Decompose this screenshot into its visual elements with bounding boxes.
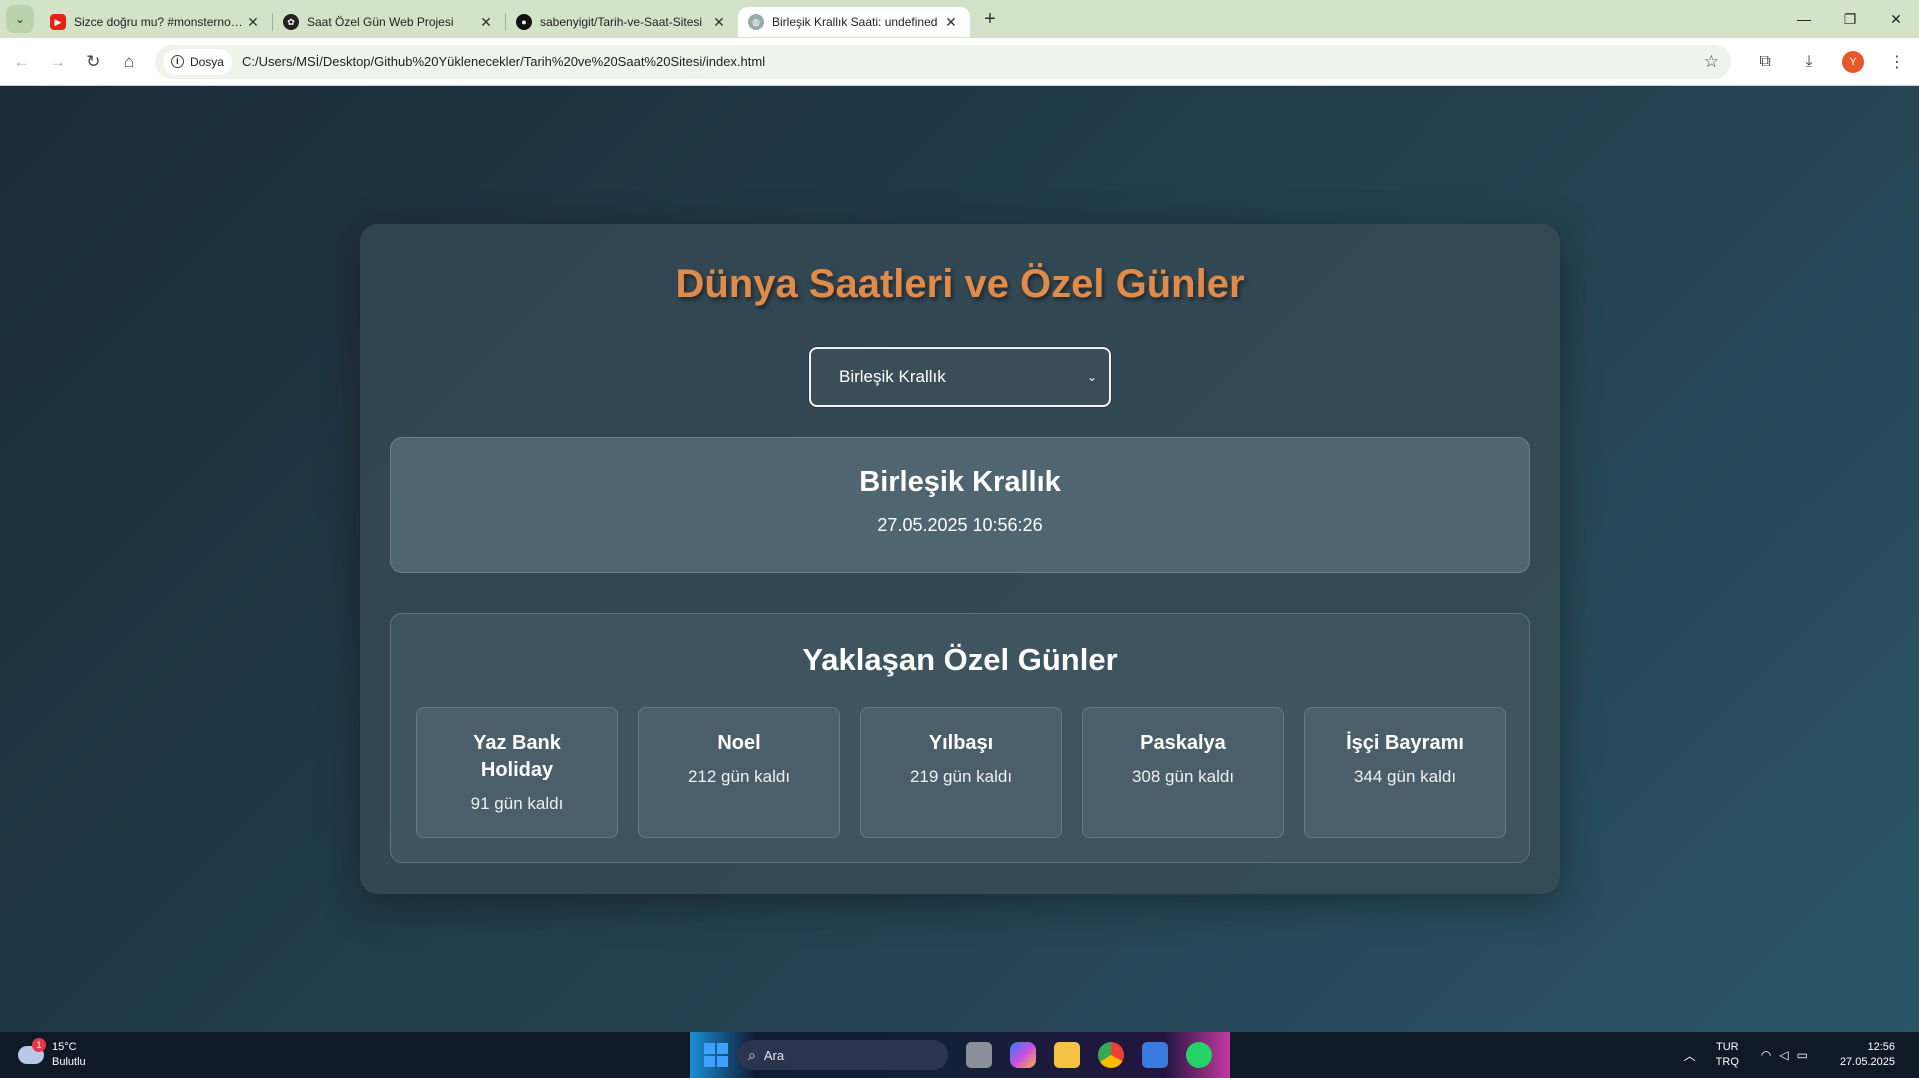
- close-icon[interactable]: ✕: [244, 14, 262, 31]
- tab-title: Birleşik Krallık Saati: undefined: [772, 15, 938, 29]
- holiday-name: Noel: [717, 732, 761, 754]
- chevron-down-icon: ⌄: [14, 12, 26, 26]
- tab-chatgpt[interactable]: ✿ Saat Özel Gün Web Projesi ✕: [273, 7, 505, 37]
- page-title: Dünya Saatleri ve Özel Günler: [675, 262, 1245, 306]
- toolbar-actions: ⧉ ⤓ Y ⋮: [1743, 50, 1919, 73]
- home-icon[interactable]: ⌂: [111, 52, 147, 72]
- clock-datetime: 27.05.2025 10:56:26: [877, 515, 1043, 535]
- tab-active-clock[interactable]: ◍ Birleşik Krallık Saati: undefined ✕: [738, 7, 970, 37]
- tab-github[interactable]: ● sabenyigit/Tarih-ve-Saat-Sitesi ✕: [506, 7, 738, 37]
- close-icon[interactable]: ✕: [477, 14, 495, 31]
- menu-icon[interactable]: ⋮: [1875, 52, 1919, 72]
- taskbar: 1 15°C Bulutlu ⌕ Ara ︿ TUR TRQ ◠◁▭ 12:56…: [0, 1032, 1919, 1078]
- weather-text: 15°C Bulutlu: [52, 1040, 86, 1070]
- tab-title: Saat Özel Gün Web Projesi: [307, 15, 454, 29]
- globe-icon: ◍: [748, 14, 764, 30]
- main-card: Dünya Saatleri ve Özel Günler Birleşik K…: [360, 224, 1560, 894]
- holiday-days-left: 344 gün kaldı: [1353, 767, 1457, 786]
- back-icon[interactable]: ←: [4, 52, 40, 72]
- clock-tray[interactable]: 12:56 27.05.2025: [1840, 1040, 1895, 1070]
- profile-avatar[interactable]: Y: [1842, 50, 1865, 73]
- github-icon: ●: [516, 14, 532, 30]
- network-volume-battery-icons[interactable]: ◠◁▭: [1761, 1048, 1816, 1062]
- weather-widget[interactable]: 1 15°C Bulutlu: [18, 1038, 138, 1070]
- chrome-icon[interactable]: [1098, 1042, 1124, 1068]
- site-info-label: Dosya: [189, 54, 224, 69]
- tab-title: Sizce doğru mu? #monsternotebook: [74, 15, 244, 29]
- url-text[interactable]: C:/Users/MSİ/Desktop/Github%20Yüklenecek…: [242, 54, 1704, 69]
- holiday-name: Paskalya: [1140, 732, 1226, 754]
- holidays-title: Yaklaşan Özel Günler: [802, 642, 1118, 677]
- clock-country: Birleşik Krallık: [859, 466, 1061, 498]
- tab-title: sabenyigit/Tarih-ve-Saat-Sitesi: [540, 15, 703, 29]
- minimize-icon[interactable]: —: [1781, 11, 1827, 28]
- country-select-value: Birleşik Krallık: [839, 367, 946, 386]
- language-indicator[interactable]: TUR TRQ: [1716, 1040, 1739, 1070]
- file-explorer-icon[interactable]: [1054, 1042, 1080, 1068]
- close-icon[interactable]: ✕: [942, 14, 960, 31]
- chevron-up-icon[interactable]: ︿: [1684, 1047, 1696, 1064]
- restore-icon[interactable]: ❐: [1827, 11, 1873, 28]
- holiday-card: Paskalya 308 gün kaldı: [1082, 707, 1284, 838]
- cloud-icon: 1: [18, 1038, 46, 1064]
- holiday-name: İşçi Bayramı: [1346, 732, 1464, 754]
- new-tab-button[interactable]: +: [976, 8, 1004, 31]
- tab-youtube[interactable]: ▶ Sizce doğru mu? #monsternotebook ✕: [40, 7, 272, 37]
- holiday-list: Yaz Bank Holiday 91 gün kaldı Noel 212 g…: [416, 707, 1506, 838]
- whatsapp-icon[interactable]: [1186, 1042, 1212, 1068]
- chevron-down-icon: ⌄: [1086, 370, 1097, 384]
- holiday-card: İşçi Bayramı 344 gün kaldı: [1304, 707, 1506, 838]
- download-icon[interactable]: ⤓: [1787, 53, 1831, 71]
- reload-icon[interactable]: ↻: [75, 52, 111, 72]
- bookmark-star-icon[interactable]: ☆: [1704, 52, 1719, 72]
- extensions-icon[interactable]: ⧉: [1743, 53, 1787, 71]
- site-info-chip[interactable]: i Dosya: [162, 48, 232, 75]
- country-select[interactable]: Birleşik Krallık ⌄: [809, 347, 1111, 407]
- address-bar[interactable]: i Dosya C:/Users/MSİ/Desktop/Github%20Yü…: [154, 44, 1732, 79]
- holidays-panel: Yaklaşan Özel Günler Yaz Bank Holiday 91…: [390, 613, 1530, 863]
- toolbar: ← → ↻ ⌂ i Dosya C:/Users/MSİ/Desktop/Git…: [0, 38, 1919, 86]
- tray-time: 12:56: [1867, 1041, 1895, 1053]
- youtube-icon: ▶: [50, 14, 66, 30]
- tray-date: 27.05.2025: [1839, 1056, 1895, 1068]
- holiday-card: Yaz Bank Holiday 91 gün kaldı: [416, 707, 618, 838]
- system-tray: ︿ TUR TRQ ◠◁▭ 12:56 27.05.2025: [1684, 1040, 1919, 1070]
- store-icon[interactable]: [1142, 1042, 1168, 1068]
- page-background: Dünya Saatleri ve Özel Günler Birleşik K…: [0, 86, 1919, 1032]
- tab-strip: ⌄ ▶ Sizce doğru mu? #monsternotebook ✕ ✿…: [0, 0, 1919, 38]
- lang-top: TUR: [1715, 1041, 1739, 1053]
- clock-panel: Birleşik Krallık 27.05.2025 10:56:26: [390, 437, 1530, 573]
- holiday-name: Yılbaşı: [928, 732, 994, 754]
- holiday-days-left: 212 gün kaldı: [687, 767, 791, 786]
- holiday-card: Noel 212 gün kaldı: [638, 707, 840, 838]
- task-view-icon[interactable]: [966, 1042, 992, 1068]
- notification-badge: 1: [32, 1038, 46, 1052]
- copilot-icon[interactable]: [1010, 1042, 1036, 1068]
- holiday-card: Yılbaşı 219 gün kaldı: [860, 707, 1062, 838]
- taskbar-apps: ⌕ Ara: [690, 1032, 1230, 1078]
- holiday-name: Yaz Bank Holiday: [473, 732, 561, 781]
- windows-start-icon[interactable]: [704, 1043, 728, 1067]
- weather-temp: 15°C: [52, 1041, 77, 1053]
- info-icon: i: [170, 55, 184, 68]
- close-window-icon[interactable]: ✕: [1873, 11, 1919, 28]
- window-controls: — ❐ ✕: [1781, 11, 1919, 28]
- openai-icon: ✿: [283, 14, 299, 30]
- taskbar-search[interactable]: ⌕ Ara: [738, 1040, 948, 1070]
- holiday-days-left: 308 gün kaldı: [1131, 767, 1235, 786]
- search-placeholder: Ara: [763, 1047, 785, 1063]
- holiday-days-left: 91 gün kaldı: [470, 794, 564, 813]
- lang-bottom: TRQ: [1715, 1056, 1739, 1068]
- tab-search-button[interactable]: ⌄: [6, 5, 34, 33]
- holiday-days-left: 219 gün kaldı: [909, 767, 1013, 786]
- weather-desc: Bulutlu: [52, 1056, 86, 1068]
- forward-icon[interactable]: →: [40, 52, 76, 72]
- search-icon: ⌕: [748, 1046, 756, 1063]
- close-icon[interactable]: ✕: [710, 14, 728, 31]
